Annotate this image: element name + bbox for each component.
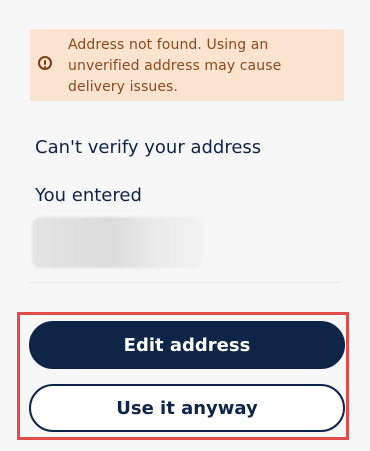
entered-address-redacted: [32, 217, 204, 268]
edit-address-button[interactable]: Edit address: [29, 321, 345, 369]
verification-title: Can't verify your address: [35, 137, 262, 158]
section-divider: [31, 282, 341, 283]
warning-circle-icon: [38, 56, 52, 70]
use-it-anyway-button[interactable]: Use it anyway: [29, 384, 345, 432]
entered-address-label: You entered: [35, 185, 142, 206]
warning-message: Address not found. Using an unverified a…: [68, 37, 282, 95]
address-warning-banner: Address not found. Using an unverified a…: [30, 29, 344, 101]
